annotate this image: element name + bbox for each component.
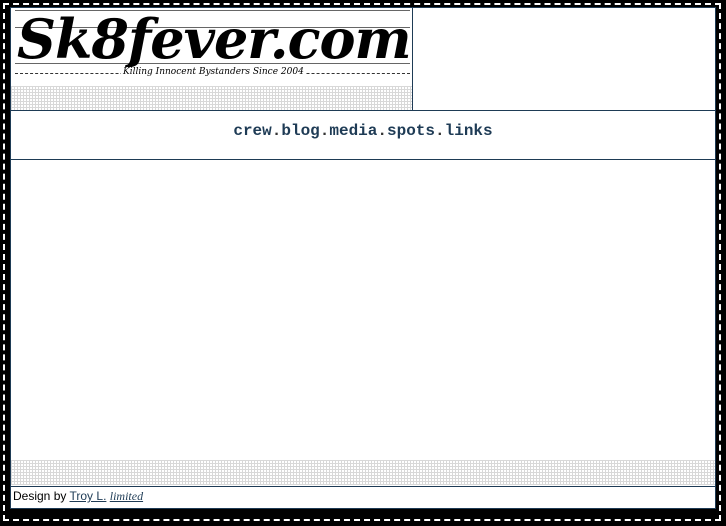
site-tagline: Killing Innocent Bystanders Since 2004	[121, 67, 306, 77]
main-content	[11, 160, 715, 458]
nav-link-media[interactable]: media	[329, 122, 377, 140]
logo-grid-pattern	[11, 86, 412, 110]
header-empty-panel	[413, 8, 715, 110]
logo-banner[interactable]: Sk8fever.com Killing Innocent Bystanders…	[11, 8, 413, 110]
page-container: Sk8fever.com Killing Innocent Bystanders…	[10, 7, 716, 509]
footer-credit-label: Design by	[13, 489, 67, 503]
main-navigation: crew.blog.media.spots.links	[11, 111, 715, 160]
nav-separator: .	[271, 122, 282, 140]
site-logo: Sk8fever.com	[17, 8, 412, 71]
nav-separator: .	[377, 122, 387, 140]
nav-separator: .	[319, 122, 330, 140]
limited-link[interactable]: limited	[110, 489, 143, 503]
nav-link-spots[interactable]: spots	[387, 122, 435, 140]
nav-link-blog[interactable]: blog	[281, 122, 319, 140]
site-footer: Design by Troy L. limited	[11, 486, 715, 508]
nav-link-links[interactable]: links	[445, 122, 493, 140]
footer-grid-pattern	[11, 460, 715, 485]
site-header: Sk8fever.com Killing Innocent Bystanders…	[11, 8, 715, 111]
nav-separator: .	[435, 122, 445, 140]
nav-links: crew.blog.media.spots.links	[11, 111, 715, 140]
nav-link-crew[interactable]: crew	[233, 122, 271, 140]
designer-link[interactable]: Troy L.	[70, 489, 107, 503]
